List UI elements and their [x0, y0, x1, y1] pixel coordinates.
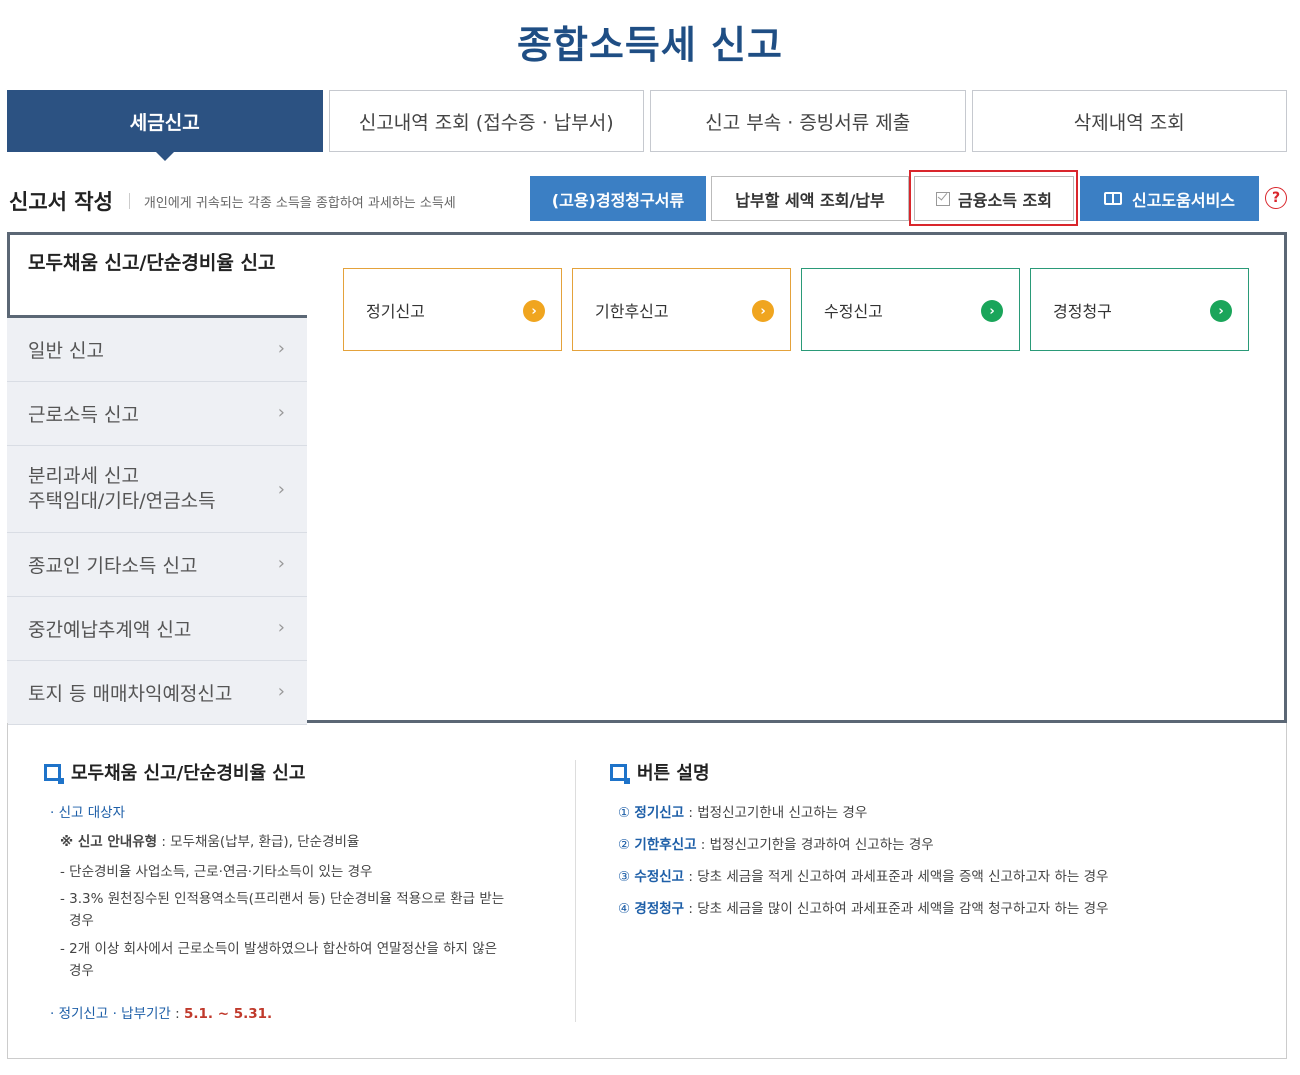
tab-tax-report[interactable]: 세금신고 — [7, 90, 323, 161]
square-bullet-icon — [610, 763, 630, 784]
main-tabs: 세금신고 신고내역 조회 (접수증 · 납부서) 신고 부속 · 증빙서류 제출… — [7, 90, 1287, 161]
period-value: 5.1. ~ 5.31. — [183, 1006, 273, 1022]
info-right-title: 버튼 설명 — [610, 759, 710, 785]
item-number: ① — [618, 805, 631, 821]
period-separator: : — [170, 1006, 184, 1022]
info-divider — [575, 760, 576, 1022]
late-report-button[interactable]: 기한후신고 › — [572, 268, 791, 351]
button-desc-item: ③ 수정신고 : 당초 세금을 적게 신고하여 과세표준과 세액을 증액 신고하… — [618, 865, 1108, 885]
item-label: 수정신고 — [634, 869, 685, 885]
refund-docs-button[interactable]: (고용)경정청구서류 — [530, 176, 706, 221]
arrow-right-icon: › — [752, 300, 774, 322]
book-icon — [1103, 192, 1122, 205]
guide-label: ※ 신고 안내유형 — [60, 834, 158, 850]
section-description: 개인에게 귀속되는 각종 소득을 종합하여 과세하는 소득세 — [143, 195, 456, 211]
item-number: ④ — [618, 901, 631, 917]
help-icon[interactable]: ? — [1265, 187, 1287, 209]
help-service-button[interactable]: 신고도움서비스 — [1080, 176, 1259, 221]
target-label-text: 신고 대상자 — [58, 805, 125, 821]
button-label: 기한후신고 — [595, 301, 669, 321]
sidebar-item-general[interactable]: 일반 신고 › — [7, 318, 307, 382]
section-divider — [128, 193, 130, 209]
chevron-right-icon: › — [277, 616, 285, 638]
item-number: ② — [618, 837, 631, 853]
button-label: 경정청구 — [1053, 301, 1112, 321]
item-label: 정기신고 — [634, 805, 685, 821]
sidebar-item-separate-tax[interactable]: 분리과세 신고 주택임대/기타/연금소득 › — [7, 446, 307, 533]
sidebar-item-land-sale[interactable]: 토지 등 매매차익예정신고 › — [7, 661, 307, 725]
period-line: · 정기신고 · 납부기간 : 5.1. ~ 5.31. — [50, 1006, 273, 1022]
item-number: ③ — [618, 869, 631, 885]
item-desc: : 법정신고기한내 신고하는 경우 — [684, 805, 868, 821]
button-desc-item: ① 정기신고 : 법정신고기한내 신고하는 경우 — [618, 801, 867, 821]
section-title: 신고서 작성 — [9, 190, 113, 214]
section-header: 신고서 작성 개인에게 귀속되는 각종 소득을 종합하여 과세하는 소득세 — [9, 186, 456, 216]
chevron-right-icon: › — [277, 479, 285, 500]
sidebar-item-label: 종교인 기타소득 신고 — [28, 555, 198, 577]
chevron-right-icon: › — [277, 337, 285, 359]
sidebar-item-label: 분리과세 신고 — [28, 465, 139, 487]
item-label: 기한후신고 — [634, 837, 697, 853]
square-bullet-icon — [44, 763, 64, 784]
item-desc: : 법정신고기한을 경과하여 신고하는 경우 — [696, 837, 934, 853]
button-desc-item: ④ 경정청구 : 당초 세금을 많이 신고하여 과세표준과 세액을 감액 청구하… — [618, 897, 1108, 917]
tab-deleted-history[interactable]: 삭제내역 조회 — [971, 90, 1287, 152]
sidebar-item-label: 일반 신고 — [28, 340, 104, 362]
item-desc: : 당초 세금을 많이 신고하여 과세표준과 세액을 감액 청구하고자 하는 경… — [684, 901, 1109, 917]
target-label: · 신고 대상자 — [50, 805, 125, 821]
tax-due-button[interactable]: 납부할 세액 조회/납부 — [711, 176, 909, 221]
amended-report-button[interactable]: 수정신고 › — [801, 268, 1020, 351]
chevron-right-icon: › — [277, 680, 285, 702]
guide-line: ※ 신고 안내유형 : 모두채움(납부, 환급), 단순경비율 — [60, 830, 359, 850]
sidebar-item-full-fill[interactable]: 모두채움 신고/단순경비율 신고 — [10, 235, 306, 315]
chevron-right-icon: › — [277, 401, 285, 423]
button-label: 정기신고 — [366, 301, 425, 321]
info-line: - 2개 이상 회사에서 근로소득이 발생하였으나 합산하여 연말정산을 하지 … — [60, 941, 498, 957]
sidebar-item-sublabel: 주택임대/기타/연금소득 — [28, 490, 216, 512]
sidebar-item-earned-income[interactable]: 근로소득 신고 › — [7, 382, 307, 446]
item-desc: : 당초 세금을 적게 신고하여 과세표준과 세액을 증액 신고하고자 하는 경… — [684, 869, 1109, 885]
highlight-box — [909, 170, 1078, 226]
info-line: 경우 — [69, 913, 94, 929]
sidebar-item-label: 토지 등 매매차익예정신고 — [28, 683, 233, 705]
period-label: 정기신고 · 납부기간 — [58, 1006, 171, 1022]
info-left-title-text: 모두채움 신고/단순경비율 신고 — [71, 763, 306, 784]
help-service-label: 신고도움서비스 — [1131, 190, 1236, 210]
button-label: 수정신고 — [824, 301, 883, 321]
arrow-right-icon: › — [1210, 300, 1232, 322]
chevron-right-icon: › — [277, 552, 285, 574]
sidebar-item-religious[interactable]: 종교인 기타소득 신고 › — [7, 533, 307, 597]
info-line: - 3.3% 원천징수된 인적용역소득(프리랜서 등) 단순경비율 적용으로 환… — [60, 891, 505, 907]
info-left-title: 모두채움 신고/단순경비율 신고 — [44, 759, 305, 785]
info-line: 경우 — [69, 963, 94, 979]
regular-report-button[interactable]: 정기신고 › — [343, 268, 562, 351]
sidebar-item-interim[interactable]: 중간예납추계액 신고 › — [7, 597, 307, 661]
tab-attachment-submit[interactable]: 신고 부속 · 증빙서류 제출 — [650, 90, 966, 152]
button-desc-item: ② 기한후신고 : 법정신고기한을 경과하여 신고하는 경우 — [618, 833, 934, 853]
arrow-right-icon: › — [523, 300, 545, 322]
sidebar-menu: 일반 신고 › 근로소득 신고 › 분리과세 신고 주택임대/기타/연금소득 ›… — [7, 315, 307, 725]
tab-report-history[interactable]: 신고내역 조회 (접수증 · 납부서) — [328, 90, 644, 152]
info-line: - 단순경비율 사업소득, 근로·연금·기타소득이 있는 경우 — [60, 864, 373, 880]
arrow-right-icon: › — [981, 300, 1003, 322]
info-right-title-text: 버튼 설명 — [637, 763, 710, 784]
refund-claim-button[interactable]: 경정청구 › — [1030, 268, 1249, 351]
guide-value: : 모두채움(납부, 환급), 단순경비율 — [157, 834, 360, 850]
item-label: 경정청구 — [634, 901, 685, 917]
sidebar-item-label: 근로소득 신고 — [28, 404, 139, 426]
page-title: 종합소득세 신고 — [517, 23, 783, 67]
sidebar-item-label: 중간예납추계액 신고 — [28, 619, 192, 641]
